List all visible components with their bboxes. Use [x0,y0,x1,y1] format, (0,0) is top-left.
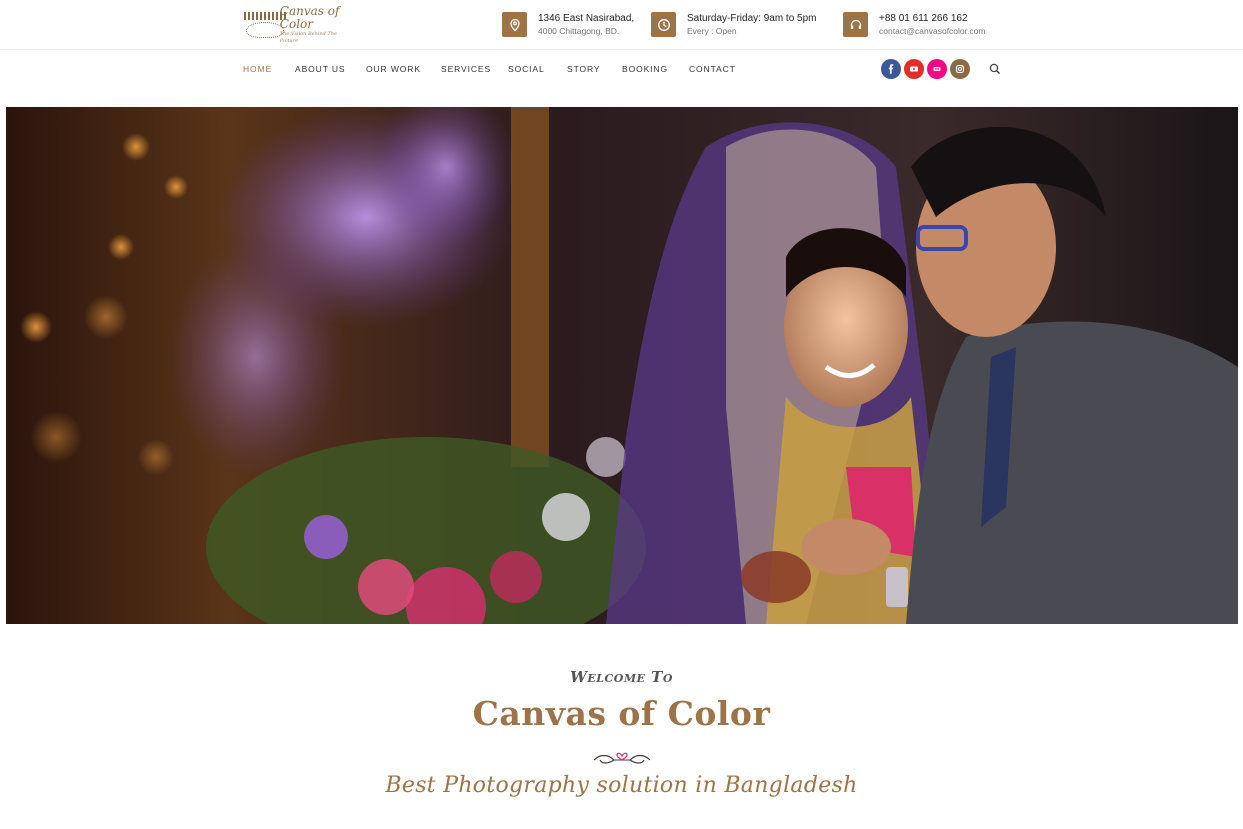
clock-icon [651,12,676,37]
address-info: 1346 East Nasirabad, 4000 Chittagong, BD… [502,12,634,38]
headset-icon [843,12,868,37]
facebook-icon[interactable] [881,59,901,79]
nav-home[interactable]: HOME [243,64,272,74]
welcome-heading: Welcome To [570,668,673,686]
hours-line1: Saturday-Friday: 9am to 5pm [687,13,817,24]
nav-social[interactable]: SOCIAL [508,64,545,74]
hours-info: Saturday-Friday: 9am to 5pm Every : Open [651,12,817,38]
tagline: Best Photography solution in Bangladesh [385,773,858,798]
hero-wedding-photo [6,107,1238,624]
nav-story[interactable]: STORY [567,64,600,74]
hours-line2: Every : Open [687,26,737,36]
top-header: Canvas of Color The Vision Behind The Pi… [0,0,1243,50]
map-pin-icon [502,12,527,37]
nav-about-us[interactable]: ABOUT US [295,64,346,74]
search-icon[interactable] [988,62,1002,76]
nav-booking[interactable]: BOOKING [622,64,668,74]
address-line1: 1346 East Nasirabad, [538,13,635,24]
flickr-icon[interactable] [927,59,947,79]
logo-tagline: The Vision Behind The Picture [279,31,337,44]
youtube-icon[interactable] [904,59,924,79]
main-nav: HOME ABOUT US OUR WORK SERVICES SOCIAL S… [0,50,1243,88]
email-link[interactable]: contact@canvasofcolor.com [879,25,985,38]
nav-contact[interactable]: CONTACT [689,64,736,74]
ornament-divider-icon [590,747,654,767]
hero-photo-illustration [6,107,1238,624]
phone-info: +88 01 611 266 162 contact@canvasofcolor… [843,12,985,38]
site-logo[interactable]: Canvas of Color The Vision Behind The Pi… [244,4,354,44]
logo-name: Canvas of Color [279,4,340,31]
phone-number: +88 01 611 266 162 [879,13,968,24]
logo-mark [244,10,286,40]
instagram-icon[interactable] [950,59,970,79]
brand-title: Canvas of Color [472,694,771,733]
nav-our-work[interactable]: OUR WORK [366,64,421,74]
address-line2: 4000 Chittagong, BD. [538,26,620,36]
nav-services[interactable]: SERVICES [441,64,491,74]
